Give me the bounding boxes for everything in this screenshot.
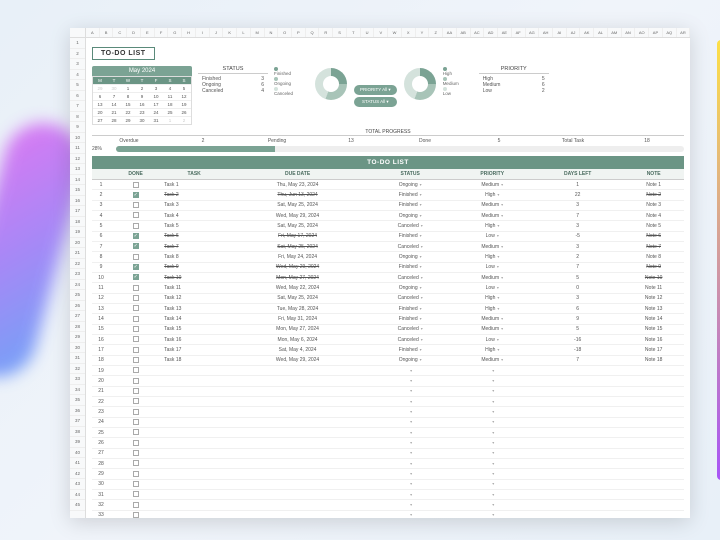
- done-checkbox[interactable]: [133, 409, 139, 415]
- priority-filter[interactable]: PRIORITY All ▾: [354, 85, 397, 95]
- table-row[interactable]: 9Task 9Wed, May 29, 2024Finished▾Low▾7No…: [92, 262, 684, 272]
- table-row[interactable]: 14Task 14Fri, May 31, 2024Finished▾Mediu…: [92, 314, 684, 324]
- table-title: TO-DO LIST: [92, 156, 684, 169]
- done-checkbox[interactable]: [133, 285, 139, 291]
- done-checkbox[interactable]: [133, 429, 139, 435]
- table-row[interactable]: 6Task 6Fri, May 17, 2024Finished▾Low▾-5N…: [92, 231, 684, 241]
- row-numbers: 1234567891011121314151617181920212223242…: [70, 38, 86, 518]
- done-checkbox[interactable]: [133, 274, 139, 280]
- done-checkbox[interactable]: [133, 336, 139, 342]
- table-row[interactable]: 5Task 5Sat, May 25, 2024Canceled▾High▾3N…: [92, 221, 684, 231]
- spreadsheet-window: ABCDEFGHIJKLMNOPQRSTUVWXYZAAABACADAEAFAG…: [70, 28, 690, 518]
- done-checkbox[interactable]: [133, 491, 139, 497]
- done-checkbox[interactable]: [133, 254, 139, 260]
- done-checkbox[interactable]: [133, 388, 139, 394]
- priority-donut-chart: [404, 68, 436, 100]
- done-checkbox[interactable]: [133, 182, 139, 188]
- progress-bar: [116, 146, 684, 152]
- table-row[interactable]: 11Task 11Wed, May 22, 2024Ongoing▾Low▾0N…: [92, 283, 684, 293]
- table-row[interactable]: 18Task 18Wed, May 29, 2024Ongoing▾Medium…: [92, 355, 684, 365]
- progress-section: TOTAL PROGRESS Overdue2 Pending13 Done5 …: [92, 129, 684, 152]
- table-row[interactable]: 3Task 3Sat, May 25, 2024Finished▾Medium▾…: [92, 200, 684, 210]
- done-checkbox[interactable]: [133, 378, 139, 384]
- done-checkbox[interactable]: [133, 419, 139, 425]
- done-checkbox[interactable]: [133, 512, 139, 518]
- done-checkbox[interactable]: [133, 212, 139, 218]
- table-row[interactable]: 1Task 1Thu, May 23, 2024Ongoing▾Medium▾1…: [92, 180, 684, 190]
- done-checkbox[interactable]: [133, 264, 139, 270]
- done-checkbox[interactable]: [133, 295, 139, 301]
- done-checkbox[interactable]: [133, 233, 139, 239]
- status-summary: STATUS Finished3Ongoing6Canceled4: [198, 66, 268, 125]
- priority-legend: High Medium Low: [443, 66, 473, 125]
- table-row[interactable]: 15Task 15Mon, May 27, 2024Canceled▾Mediu…: [92, 324, 684, 334]
- status-donut-chart: [315, 68, 347, 100]
- done-checkbox[interactable]: [133, 202, 139, 208]
- task-table[interactable]: DONETASKDUE DATESTATUSPRIORITYDAYS LEFTN…: [92, 169, 684, 518]
- done-checkbox[interactable]: [133, 481, 139, 487]
- status-filter[interactable]: STATUS All ▾: [354, 97, 397, 107]
- done-checkbox[interactable]: [133, 326, 139, 332]
- priority-summary: PRIORITY High5Medium6Low2: [479, 66, 549, 125]
- done-checkbox[interactable]: [133, 243, 139, 249]
- table-row[interactable]: 2Task 2Thu, Jun 13, 2024Finished▾High▾22…: [92, 190, 684, 200]
- table-row[interactable]: 12Task 12Sat, May 25, 2024Canceled▾High▾…: [92, 293, 684, 303]
- done-checkbox[interactable]: [133, 460, 139, 466]
- done-checkbox[interactable]: [133, 357, 139, 363]
- done-checkbox[interactable]: [133, 316, 139, 322]
- calendar-month: May 2024: [92, 66, 192, 76]
- table-row[interactable]: 8Task 8Fri, May 24, 2024Ongoing▾High▾2No…: [92, 252, 684, 262]
- done-checkbox[interactable]: [133, 450, 139, 456]
- table-row[interactable]: 7Task 7Sat, May 25, 2024Canceled▾Medium▾…: [92, 241, 684, 251]
- calendar[interactable]: May 2024 MTWTFSS293012345678910111213141…: [92, 66, 192, 125]
- done-checkbox[interactable]: [133, 367, 139, 373]
- table-row[interactable]: 13Task 13Tue, May 28, 2024Finished▾High▾…: [92, 303, 684, 313]
- column-headers: ABCDEFGHIJKLMNOPQRSTUVWXYZAAABACADAEAFAG…: [70, 28, 690, 38]
- done-checkbox[interactable]: [133, 305, 139, 311]
- status-legend: Finished Ongoing Canceled: [274, 66, 308, 125]
- done-checkbox[interactable]: [133, 398, 139, 404]
- table-row[interactable]: 16Task 16Mon, May 6, 2024Canceled▾Low▾-1…: [92, 334, 684, 344]
- done-checkbox[interactable]: [133, 440, 139, 446]
- table-row[interactable]: 10Task 10Mon, May 27, 2024Canceled▾Mediu…: [92, 272, 684, 282]
- done-checkbox[interactable]: [133, 192, 139, 198]
- done-checkbox[interactable]: [133, 502, 139, 508]
- done-checkbox[interactable]: [133, 223, 139, 229]
- filter-controls: PRIORITY All ▾ STATUS All ▾: [354, 66, 397, 125]
- dashboard: May 2024 MTWTFSS293012345678910111213141…: [92, 66, 684, 125]
- done-checkbox[interactable]: [133, 347, 139, 353]
- table-row[interactable]: 4Task 4Wed, May 29, 2024Ongoing▾Medium▾7…: [92, 210, 684, 220]
- page-title: TO-DO LIST: [92, 47, 155, 60]
- table-row[interactable]: 17Task 17Sat, May 4, 2024Finished▾High▾-…: [92, 345, 684, 355]
- done-checkbox[interactable]: [133, 471, 139, 477]
